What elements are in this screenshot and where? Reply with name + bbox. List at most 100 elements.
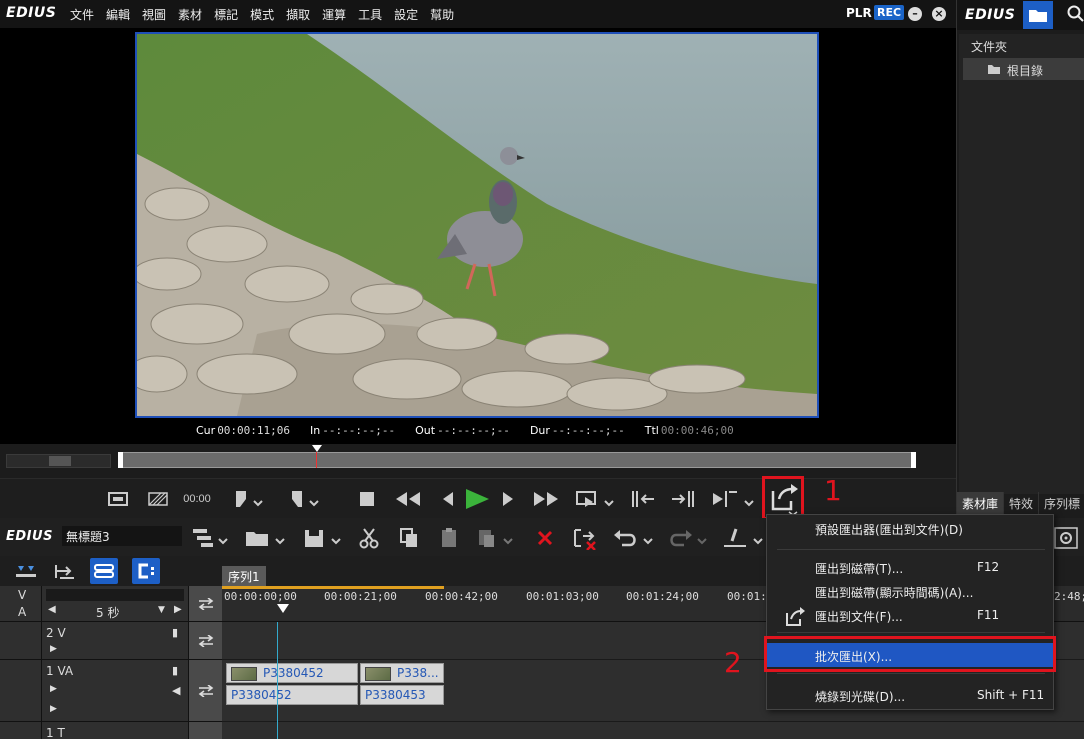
mixer-icon[interactable] bbox=[12, 558, 40, 586]
step-forward-button[interactable] bbox=[498, 485, 518, 513]
menu-file[interactable]: 文件 bbox=[64, 6, 100, 23]
player-window: EDIUS 文件 編輯 視圖 素材 標記 模式 擷取 運算 工具 設定 幫助 P… bbox=[0, 0, 956, 520]
track-1t-switch[interactable] bbox=[188, 722, 222, 739]
menu-mode[interactable]: 模式 bbox=[244, 6, 280, 23]
clip-video[interactable]: P338... bbox=[360, 663, 444, 683]
menu-item-export-tape[interactable]: 匯出到磁帶(T)... F12 bbox=[767, 555, 1055, 579]
sequence-settings-icon[interactable] bbox=[190, 524, 230, 552]
step-back-button[interactable] bbox=[438, 485, 458, 513]
rewind-button[interactable] bbox=[392, 485, 424, 513]
ripple-delete-icon[interactable] bbox=[570, 524, 600, 552]
patch-switch[interactable] bbox=[188, 586, 222, 621]
settings-gear-icon[interactable] bbox=[1052, 524, 1080, 552]
minimize-icon[interactable]: – bbox=[908, 7, 922, 21]
menu-marker[interactable]: 標記 bbox=[208, 6, 244, 23]
undo-icon[interactable] bbox=[612, 524, 656, 552]
rec-toggle[interactable]: REC bbox=[874, 5, 905, 20]
track-1va-speaker-icon[interactable]: ◀ bbox=[172, 684, 180, 697]
track-label-a: A bbox=[18, 605, 27, 619]
clip-video[interactable]: P3380452 bbox=[226, 663, 358, 683]
menu-capture[interactable]: 擷取 bbox=[280, 6, 316, 23]
redo-icon[interactable] bbox=[666, 524, 710, 552]
scale-decrease-icon[interactable]: ◀ bbox=[48, 604, 56, 615]
scale-dropdown-icon[interactable]: ▼ bbox=[158, 605, 165, 615]
menu-item-default-exporter[interactable]: 預設匯出器(匯出到文件)(D) bbox=[767, 516, 1055, 540]
ruler-tick: 2:48; bbox=[1054, 590, 1084, 603]
track-1va-switch[interactable] bbox=[188, 660, 222, 721]
insert-overwrite-icon[interactable] bbox=[708, 485, 758, 513]
menu-tools[interactable]: 工具 bbox=[352, 6, 388, 23]
open-project-icon[interactable] bbox=[244, 524, 288, 552]
snap-icon bbox=[138, 563, 154, 579]
overlay-icon[interactable] bbox=[144, 485, 172, 513]
track-2v-video-icon[interactable]: ▮ bbox=[172, 626, 178, 639]
tab-bin[interactable]: 素材庫 bbox=[957, 492, 1005, 514]
menu-render[interactable]: 運算 bbox=[316, 6, 352, 23]
clip-thumbnail bbox=[365, 666, 391, 681]
project-name: 無標題3 bbox=[62, 526, 182, 546]
safe-area-icon[interactable] bbox=[104, 485, 132, 513]
title-tool-icon[interactable] bbox=[722, 524, 766, 552]
snap-button[interactable] bbox=[132, 558, 160, 584]
search-icon[interactable] bbox=[1067, 5, 1084, 23]
track-2v-expand-icon[interactable]: ▶ bbox=[50, 644, 57, 654]
menu-item-export-file[interactable]: 匯出到文件(F)... F11 bbox=[767, 603, 1055, 627]
track-2v-switch[interactable] bbox=[188, 622, 222, 659]
playhead-marker[interactable] bbox=[312, 445, 322, 452]
timeline-playhead[interactable] bbox=[277, 604, 289, 613]
tc-out-value: --:--:--;-- bbox=[437, 424, 510, 437]
scale-increase-icon[interactable]: ▶ bbox=[174, 604, 182, 615]
menu-view[interactable]: 視圖 bbox=[136, 6, 172, 23]
set-in-button[interactable] bbox=[226, 485, 266, 513]
fast-forward-button[interactable] bbox=[530, 485, 562, 513]
next-edit-icon[interactable] bbox=[668, 485, 698, 513]
tab-sequence1[interactable]: 序列1 bbox=[222, 566, 266, 586]
close-icon[interactable]: × bbox=[932, 7, 946, 21]
clip-audio[interactable]: P3380453 bbox=[360, 685, 444, 705]
folder-view-button[interactable] bbox=[1023, 1, 1053, 29]
bin-header: EDIUS bbox=[957, 0, 1084, 30]
set-out-button[interactable] bbox=[282, 485, 322, 513]
stop-button[interactable] bbox=[354, 485, 380, 513]
link-mode-button[interactable] bbox=[90, 558, 118, 584]
tab-effects[interactable]: 特效 bbox=[1004, 492, 1040, 514]
loop-play-button[interactable] bbox=[574, 485, 618, 513]
step1-label: 1 bbox=[824, 474, 842, 507]
save-project-icon[interactable] bbox=[302, 524, 346, 552]
paste-attributes-icon[interactable] bbox=[476, 524, 516, 552]
menu-edit[interactable]: 編輯 bbox=[100, 6, 136, 23]
plr-toggle[interactable]: PLR bbox=[846, 6, 872, 20]
cut-icon[interactable] bbox=[356, 524, 382, 552]
paste-icon[interactable] bbox=[436, 524, 462, 552]
tc-in-label: In bbox=[310, 424, 321, 437]
tc-dur-label: Dur bbox=[529, 424, 550, 437]
track-1t-left bbox=[0, 722, 42, 739]
zoom-display[interactable]: 00:00 bbox=[180, 485, 214, 513]
prev-edit-icon[interactable] bbox=[628, 485, 658, 513]
menu-clip[interactable]: 素材 bbox=[172, 6, 208, 23]
bin-logo: EDIUS bbox=[965, 7, 1016, 23]
zoom-label: 00:00 bbox=[183, 493, 211, 505]
patch-bar[interactable] bbox=[46, 589, 184, 601]
folder-root-item[interactable]: 根目錄 bbox=[963, 58, 1084, 80]
menu-settings[interactable]: 設定 bbox=[388, 6, 424, 23]
track-1va-audio-expand-icon[interactable]: ▶ bbox=[50, 704, 57, 714]
menu-bar: EDIUS 文件 編輯 視圖 素材 標記 模式 擷取 運算 工具 設定 幫助 P… bbox=[0, 0, 956, 28]
copy-icon[interactable] bbox=[396, 524, 422, 552]
track-1va-video-icon[interactable]: ▮ bbox=[172, 664, 178, 677]
position-bar[interactable] bbox=[118, 445, 916, 468]
shuttle-knob[interactable] bbox=[49, 456, 71, 466]
menu-help[interactable]: 幫助 bbox=[424, 6, 460, 23]
track-label-1va: 1 VA bbox=[46, 664, 74, 678]
play-button[interactable] bbox=[462, 485, 492, 513]
tab-sequence-markers[interactable]: 序列標 bbox=[1039, 492, 1084, 514]
menu-separator bbox=[777, 632, 1045, 633]
menu-item-burn-disc[interactable]: 燒錄到光碟(D)... Shift + F11 bbox=[767, 683, 1055, 707]
export-icon bbox=[771, 484, 798, 516]
clip-audio[interactable]: P3380452 bbox=[226, 685, 358, 705]
track-1va-expand-icon[interactable]: ▶ bbox=[50, 684, 57, 694]
sync-mode-icon[interactable] bbox=[50, 558, 78, 586]
menu-item-export-tape-timecode[interactable]: 匯出到磁帶(顯示時間碼)(A)... bbox=[767, 579, 1055, 603]
shuttle-slider[interactable] bbox=[6, 454, 111, 468]
delete-icon[interactable] bbox=[532, 524, 558, 552]
